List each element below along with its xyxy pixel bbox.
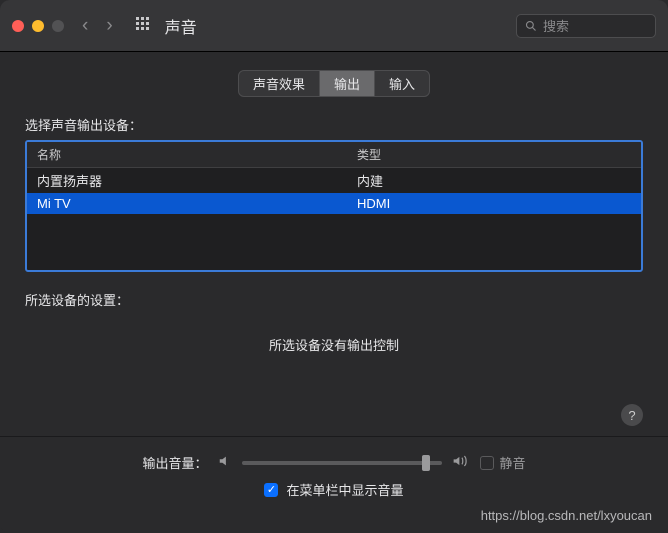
menubar-label: 在菜单栏中显示音量: [286, 480, 403, 499]
speaker-low-icon: [218, 454, 232, 471]
device-header: 名称 类型: [27, 142, 641, 168]
device-type: HDMI: [357, 196, 631, 211]
settings-label: 所选设备的设置：: [25, 290, 643, 309]
tabs: 声音效果 输出 输入: [25, 70, 643, 97]
volume-label: 输出音量：: [142, 453, 207, 472]
device-name: 内置扬声器: [37, 171, 357, 190]
device-row[interactable]: 内置扬声器内建: [27, 168, 641, 193]
volume-row: 输出音量： 静音: [25, 437, 643, 480]
device-type: 内建: [357, 171, 631, 190]
device-name: Mi TV: [37, 196, 357, 211]
traffic-lights: [12, 20, 64, 32]
search-placeholder: 搜索: [543, 16, 569, 35]
help-area: ?: [25, 404, 643, 426]
col-type[interactable]: 类型: [357, 146, 631, 163]
tab-effects[interactable]: 声音效果: [239, 71, 320, 96]
mute-checkbox[interactable]: [480, 456, 494, 470]
mute-label: 静音: [500, 453, 526, 472]
speaker-high-icon: [452, 454, 470, 471]
sound-prefs-window: ‹ › 声音 搜索 声音效果 输出 输入 选择声音输出设备： 名称 类型 内置扬…: [0, 0, 668, 533]
menubar-checkbox[interactable]: ✓: [264, 483, 278, 497]
device-list: 名称 类型 内置扬声器内建Mi TVHDMI: [25, 140, 643, 272]
nav-arrows: ‹ ›: [82, 15, 113, 37]
page-title: 声音: [165, 14, 516, 38]
select-output-label: 选择声音输出设备：: [25, 115, 643, 134]
device-row[interactable]: Mi TVHDMI: [27, 193, 641, 214]
tab-input[interactable]: 输入: [375, 71, 429, 96]
col-name[interactable]: 名称: [37, 146, 357, 163]
search-icon: [525, 20, 537, 32]
content: 声音效果 输出 输入 选择声音输出设备： 名称 类型 内置扬声器内建Mi TVH…: [0, 52, 668, 519]
show-all-icon[interactable]: [135, 16, 151, 35]
tab-group: 声音效果 输出 输入: [238, 70, 430, 97]
volume-slider[interactable]: [242, 461, 442, 465]
minimize-icon[interactable]: [32, 20, 44, 32]
help-button[interactable]: ?: [621, 404, 643, 426]
slider-thumb[interactable]: [422, 455, 430, 471]
no-control-message: 所选设备没有输出控制: [25, 335, 643, 354]
close-icon[interactable]: [12, 20, 24, 32]
search-input[interactable]: 搜索: [516, 14, 656, 38]
forward-button[interactable]: ›: [106, 15, 112, 37]
titlebar: ‹ › 声音 搜索: [0, 0, 668, 52]
tab-output[interactable]: 输出: [320, 71, 375, 96]
mute-toggle[interactable]: 静音: [480, 453, 526, 472]
zoom-icon: [52, 20, 64, 32]
back-button[interactable]: ‹: [82, 15, 88, 37]
menubar-row: ✓ 在菜单栏中显示音量: [25, 480, 643, 513]
